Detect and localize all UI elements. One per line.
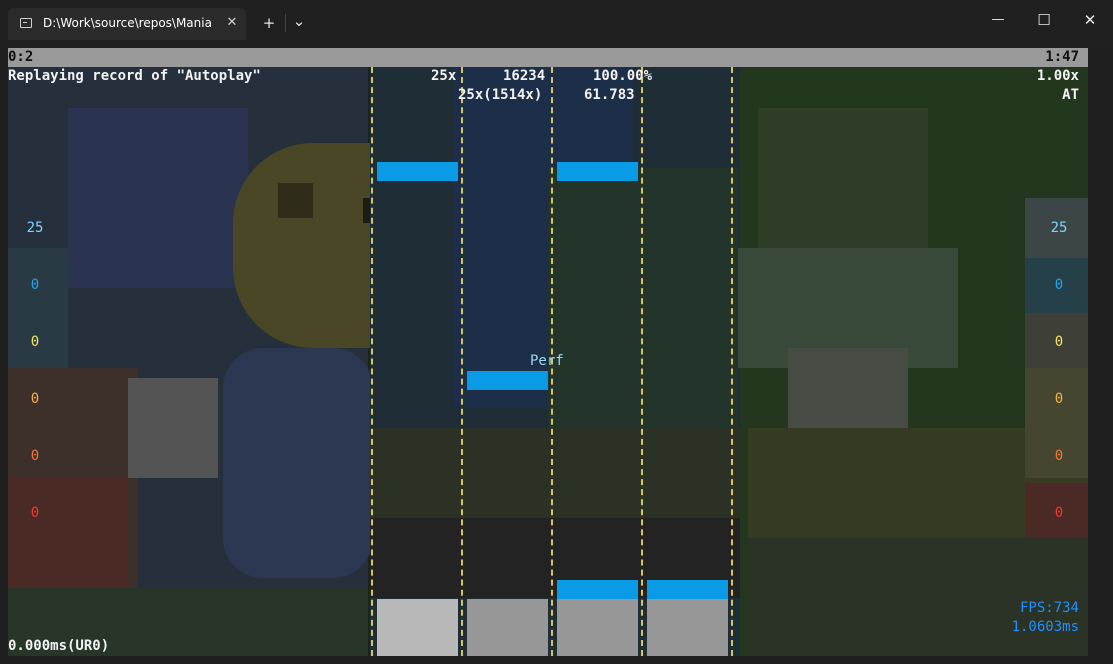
note <box>377 162 458 181</box>
terminal-tab[interactable]: D:\Work\source\repos\Mania ✕ <box>8 8 246 40</box>
tab-title: D:\Work\source\repos\Mania <box>43 16 212 30</box>
judgement-count-right-1: 25 <box>1050 220 1068 236</box>
progress-status-bar <box>8 48 1088 67</box>
lane-divider <box>461 67 463 656</box>
tab-separator <box>285 14 286 32</box>
tab-close-button[interactable]: ✕ <box>224 15 240 31</box>
judgement-count-right-2: 0 <box>1054 277 1064 293</box>
elapsed-time: 0:2 <box>8 49 34 65</box>
judgement-count-right-3: 0 <box>1054 334 1064 350</box>
lane-divider <box>371 67 373 656</box>
judgement-count-right-6: 0 <box>1054 505 1064 521</box>
note <box>557 162 638 181</box>
judgement-count-left-3: 0 <box>30 334 40 350</box>
minimize-button[interactable]: — <box>988 10 1008 30</box>
score: 16234 <box>503 68 546 84</box>
title-bar: D:\Work\source\repos\Mania ✕ + ⌄ — ☐ ✕ <box>0 0 1113 44</box>
fps-counter: FPS:734 <box>1019 600 1079 616</box>
judgement-count-left-2: 0 <box>30 277 40 293</box>
lane-divider <box>731 67 733 656</box>
lane-divider <box>641 67 643 656</box>
lane-key <box>467 599 548 656</box>
note <box>557 580 638 599</box>
playback-speed: 1.00x <box>1036 68 1079 84</box>
judgement-count-left-1: 25 <box>26 220 44 236</box>
mod-indicator: AT <box>1062 87 1079 103</box>
close-button[interactable]: ✕ <box>1080 10 1100 30</box>
accuracy: 100.00% <box>593 68 653 84</box>
total-time: 1:47 <box>1045 49 1079 65</box>
new-tab-button[interactable]: + <box>259 13 279 33</box>
max-combo: 25x(1514x) <box>458 87 543 103</box>
terminal-icon <box>20 18 32 28</box>
judgement-count-right-4: 0 <box>1054 391 1064 407</box>
lane-key <box>377 599 458 656</box>
lane-key <box>557 599 638 656</box>
replay-label: Replaying record of "Autoplay" <box>8 68 261 84</box>
maximize-button[interactable]: ☐ <box>1034 10 1054 30</box>
judgement-count-left-5: 0 <box>30 448 40 464</box>
unstable-rate: 0.000ms(UR0) <box>8 638 110 654</box>
judgement-count-right-5: 0 <box>1054 448 1064 464</box>
lane-key <box>647 599 728 656</box>
judgement-text: Perf <box>530 353 564 369</box>
combo-counter: 25x <box>431 68 457 84</box>
performance-points: 61.783 <box>584 87 635 103</box>
tab-dropdown-button[interactable]: ⌄ <box>289 11 309 31</box>
frame-time: 1.0603ms <box>1011 619 1079 635</box>
judgement-count-left-6: 0 <box>30 505 40 521</box>
note <box>467 371 548 390</box>
judgement-count-left-4: 0 <box>30 391 40 407</box>
console-area: 0:2 1:47 Replaying record of "Autoplay" … <box>8 48 1088 656</box>
note <box>647 580 728 599</box>
